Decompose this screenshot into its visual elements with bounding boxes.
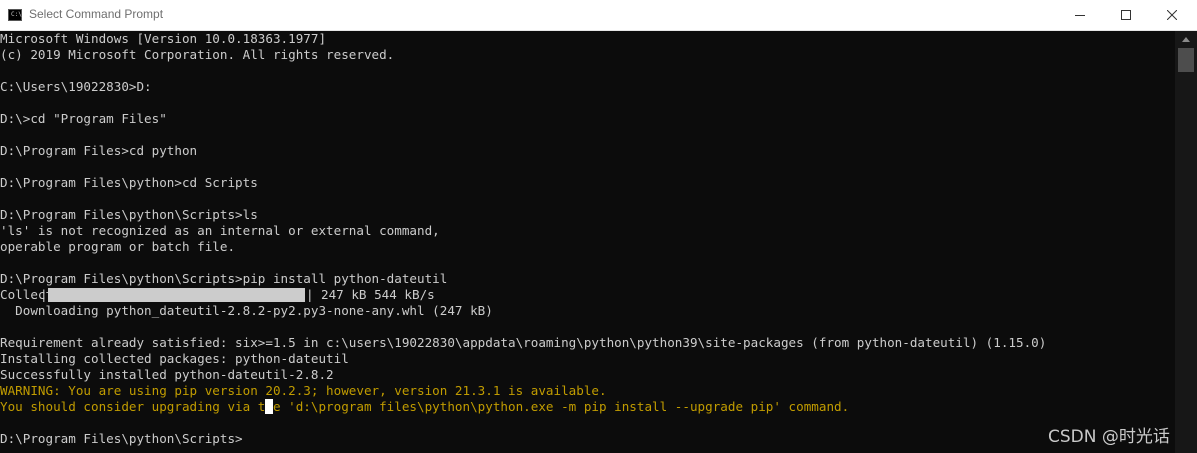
download-progress-bar [48, 288, 305, 302]
console-line: 'ls' is not recognized as an internal or… [0, 223, 440, 238]
scroll-up-arrow-icon [1182, 36, 1190, 42]
console-line: C:\Users\19022830>D: [0, 79, 152, 94]
console-line: WARNING: You are using pip version 20.2.… [0, 383, 607, 398]
maximize-icon [1121, 10, 1131, 20]
console-line: D:\Program Files>cd python [0, 143, 198, 158]
scroll-up-button[interactable] [1175, 31, 1197, 47]
console-line: D:\Program Files\python\Scripts>ls [0, 207, 258, 222]
close-icon [1167, 10, 1177, 20]
console-line: Requirement already satisfied: six>=1.5 … [0, 335, 1047, 350]
console-line: D:\Program Files\python\Scripts>pip inst… [0, 271, 448, 286]
watermark: CSDN @时光话 [1048, 427, 1170, 447]
console-output[interactable]: Microsoft Windows [Version 10.0.18363.19… [0, 31, 1175, 453]
minimize-icon [1075, 15, 1085, 16]
console-line: Installing collected packages: python-da… [0, 351, 349, 366]
text-cursor [265, 399, 273, 414]
progress-status: 247 kB 544 kB/s [321, 287, 435, 302]
console-line: You should consider upgrading via the 'd… [0, 399, 850, 414]
progress-right-pipe: | [306, 287, 314, 302]
close-button[interactable] [1149, 0, 1195, 30]
console-line: (c) 2019 Microsoft Corporation. All righ… [0, 47, 395, 62]
window-title: Select Command Prompt [29, 7, 164, 21]
console-line: D:\>cd "Program Files" [0, 111, 167, 126]
minimize-button[interactable] [1057, 0, 1103, 30]
console-line: D:\Program Files\python\Scripts> [0, 431, 251, 446]
progress-left-pipe: | [40, 287, 48, 302]
vertical-scrollbar[interactable] [1175, 31, 1197, 453]
scroll-thumb[interactable] [1178, 48, 1194, 72]
console-line: Microsoft Windows [Version 10.0.18363.19… [0, 31, 327, 46]
maximize-button[interactable] [1103, 0, 1149, 30]
title-bar[interactable]: C:\ Select Command Prompt [0, 0, 1197, 31]
console-line: Successfully installed python-dateutil-2… [0, 367, 334, 382]
console-line: D:\Program Files\python>cd Scripts [0, 175, 258, 190]
console-line: Downloading python_dateutil-2.8.2-py2.py… [0, 303, 493, 318]
console-line: operable program or batch file. [0, 239, 236, 254]
cmd-icon: C:\ [8, 9, 22, 21]
